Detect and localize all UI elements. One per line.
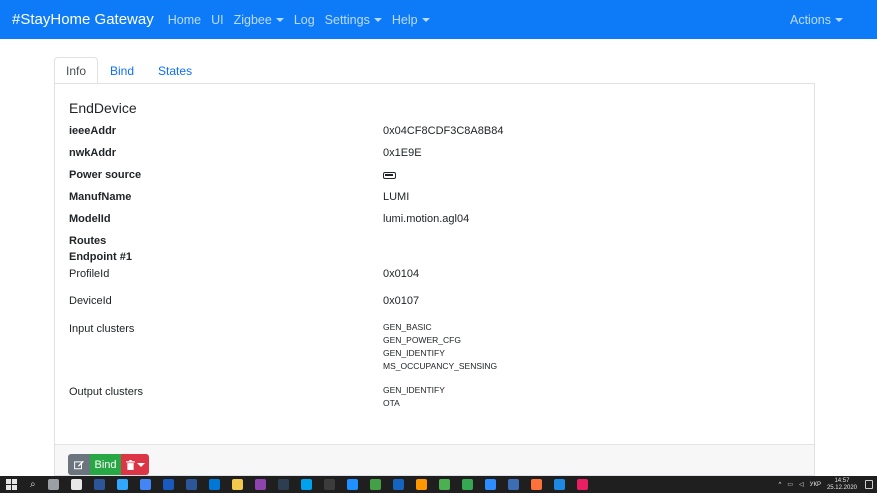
taskbar-app-icon[interactable] <box>346 479 358 490</box>
nav-help-dropdown[interactable]: Help <box>392 13 430 27</box>
taskbar-app-icon[interactable] <box>254 479 266 490</box>
nav-ui-label: UI <box>211 12 224 27</box>
tab-bind[interactable]: Bind <box>98 57 146 84</box>
device-type-title: EndDevice <box>69 100 137 116</box>
taskbar-app-icon[interactable] <box>484 479 496 490</box>
taskbar-app-icon[interactable] <box>438 479 450 490</box>
nav-home-label: Home <box>167 12 202 27</box>
network-icon[interactable]: ▭ <box>787 481 793 488</box>
os-taskbar: ⌕ ^ ▭ ◁ УКР 14:57 25.12.2020 <box>0 476 877 493</box>
manuf-name-label: ManufName <box>69 191 132 203</box>
nav-actions-dropdown[interactable]: Actions <box>790 13 843 27</box>
caret-down-icon <box>373 17 382 22</box>
profile-id-value: 0x0104 <box>383 268 420 280</box>
nwk-addr-value: 0x1E9E <box>383 147 422 159</box>
output-clusters-list: GEN_IDENTIFY OTA <box>383 384 445 410</box>
device-id-label: DeviceId <box>69 295 112 307</box>
windows-start-icon[interactable] <box>6 478 18 491</box>
taskbar-app-icon[interactable] <box>323 479 335 490</box>
nav-help-label: Help <box>391 12 418 27</box>
clock-time: 14:57 <box>834 477 850 484</box>
clock-date: 25.12.2020 <box>826 484 857 491</box>
tab-info[interactable]: Info <box>54 57 99 84</box>
taskbar-app-icon[interactable] <box>392 479 404 490</box>
cluster-item: GEN_IDENTIFY <box>383 348 445 358</box>
taskbar-app-icon[interactable] <box>277 479 289 490</box>
brand-title[interactable]: #StayHome Gateway <box>12 11 154 28</box>
device-id-value: 0x0107 <box>383 295 420 307</box>
cluster-item: MS_OCCUPANCY_SENSING <box>383 361 498 371</box>
nav-ui[interactable]: UI <box>211 13 224 27</box>
nav-home[interactable]: Home <box>168 13 201 27</box>
volume-icon[interactable]: ◁ <box>799 481 804 488</box>
chevron-up-icon[interactable]: ^ <box>779 482 782 488</box>
nav-actions-label: Actions <box>790 12 831 27</box>
model-id-label: ModelId <box>69 213 111 225</box>
device-tabs: Info Bind States <box>54 57 204 84</box>
taskbar-app-icon[interactable] <box>231 479 243 490</box>
pencil-square-icon <box>74 460 84 469</box>
routes-label: Routes <box>69 235 107 247</box>
cluster-item: GEN_POWER_CFG <box>383 335 461 345</box>
taskbar-app-icon[interactable] <box>70 479 82 490</box>
nwk-addr-label: nwkAddr <box>69 147 117 159</box>
nav-log-label: Log <box>293 12 315 27</box>
nav-zigbee-label: Zigbee <box>233 12 272 27</box>
battery-icon <box>383 172 396 179</box>
taskbar-app-icon[interactable] <box>576 479 588 490</box>
taskbar-app-icon[interactable] <box>461 479 473 490</box>
caret-down-icon <box>421 17 430 22</box>
caret-down-icon <box>835 17 843 22</box>
notifications-icon[interactable] <box>865 480 873 489</box>
tab-states[interactable]: States <box>146 57 204 84</box>
model-id-value: lumi.motion.agl04 <box>383 213 470 225</box>
cluster-item: GEN_BASIC <box>383 322 432 332</box>
manuf-name-value: LUMI <box>383 191 410 203</box>
taskbar-app-icon[interactable] <box>208 479 220 490</box>
ieee-addr-value: 0x04CF8CDF3C8A8B84 <box>383 125 504 137</box>
nav-zigbee-dropdown[interactable]: Zigbee <box>234 13 284 27</box>
input-clusters-list: GEN_BASIC GEN_POWER_CFG GEN_IDENTIFY MS_… <box>383 321 497 373</box>
endpoint-label: Endpoint #1 <box>69 251 132 263</box>
language-indicator[interactable]: УКР <box>810 482 821 488</box>
taskbar-app-icon[interactable] <box>47 479 59 490</box>
ieee-addr-label: ieeeAddr <box>69 125 117 137</box>
taskbar-app-icon[interactable] <box>93 479 105 490</box>
card-footer <box>55 444 814 475</box>
power-source-label: Power source <box>69 169 142 181</box>
nav-settings-label: Settings <box>324 12 370 27</box>
device-action-buttons: Bind <box>68 454 149 475</box>
taskbar-app-icon[interactable] <box>553 479 565 490</box>
input-clusters-label: Input clusters <box>69 323 135 335</box>
nav-log[interactable]: Log <box>294 13 315 27</box>
output-clusters-label: Output clusters <box>69 386 143 398</box>
taskbar-app-icon[interactable] <box>185 479 197 490</box>
taskbar-app-icon[interactable] <box>530 479 542 490</box>
trash-icon <box>125 459 135 470</box>
caret-down-icon <box>275 17 284 22</box>
bind-button[interactable]: Bind <box>90 454 121 475</box>
taskbar-app-icon[interactable] <box>139 479 151 490</box>
cluster-item: GEN_IDENTIFY <box>383 385 445 395</box>
taskbar-app-icon[interactable] <box>369 479 381 490</box>
taskbar-apps <box>36 479 588 490</box>
device-info-card: EndDevice ieeeAddr 0x04CF8CDF3C8A8B84 nw… <box>54 83 815 476</box>
system-tray: ^ ▭ ◁ УКР 14:57 25.12.2020 <box>779 476 873 493</box>
cluster-item: OTA <box>383 398 400 408</box>
clock[interactable]: 14:57 25.12.2020 <box>827 478 857 492</box>
taskbar-app-icon[interactable] <box>507 479 519 490</box>
taskbar-app-icon[interactable] <box>116 479 128 490</box>
taskbar-app-icon[interactable] <box>415 479 427 490</box>
profile-id-label: ProfileId <box>69 268 110 280</box>
edit-button[interactable] <box>68 454 90 475</box>
taskbar-app-icon[interactable] <box>162 479 174 490</box>
top-navbar: #StayHome Gateway Home UI Zigbee Log Set… <box>0 0 877 39</box>
taskbar-app-icon[interactable] <box>300 479 312 490</box>
nav-settings-dropdown[interactable]: Settings <box>325 13 382 27</box>
caret-down-icon <box>136 462 145 467</box>
delete-dropdown-button[interactable] <box>121 454 149 475</box>
